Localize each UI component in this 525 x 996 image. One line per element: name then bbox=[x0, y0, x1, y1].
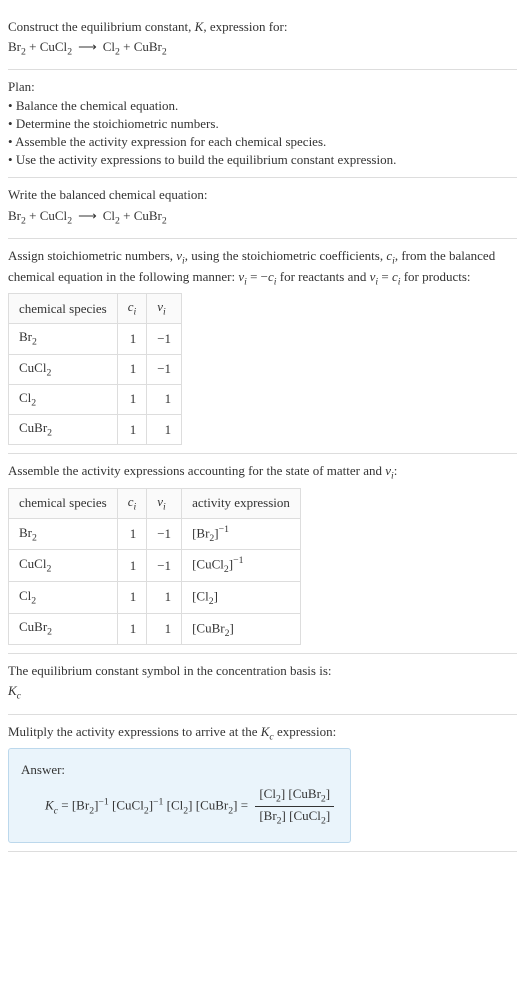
kc-symbol: Kc bbox=[8, 682, 517, 703]
answer-label: Answer: bbox=[21, 761, 338, 779]
cell-vi: −1 bbox=[147, 518, 182, 550]
table-header-row: chemical species ci νi activity expressi… bbox=[9, 488, 301, 518]
cell-species: Cl2 bbox=[9, 582, 118, 614]
prompt-text: Construct the equilibrium constant, K, e… bbox=[8, 18, 517, 36]
stoich-table: chemical species ci νi Br2 1 −1 CuCl2 1 … bbox=[8, 293, 182, 445]
symbol-section: The equilibrium constant symbol in the c… bbox=[8, 654, 517, 714]
activity-table: chemical species ci νi activity expressi… bbox=[8, 488, 301, 645]
col-species: chemical species bbox=[9, 488, 118, 518]
answer-equation: Kc = [Br2]−1 [CuCl2]−1 [Cl2] [CuBr2] = [… bbox=[21, 785, 338, 828]
table-row: Cl2 1 1 [Cl2] bbox=[9, 582, 301, 614]
stoich-section: Assign stoichiometric numbers, νi, using… bbox=[8, 239, 517, 455]
unbalanced-equation: Br2 + CuCl2⟶Cl2 + CuBr2 bbox=[8, 38, 517, 59]
cell-activity: [CuCl2]−1 bbox=[182, 550, 301, 582]
cell-ci: 1 bbox=[117, 550, 147, 582]
cell-species: CuBr2 bbox=[9, 613, 118, 645]
cell-vi: −1 bbox=[147, 324, 182, 354]
col-vi: νi bbox=[147, 488, 182, 518]
prompt-post: , expression for: bbox=[203, 19, 287, 34]
cell-ci: 1 bbox=[117, 613, 147, 645]
activity-section: Assemble the activity expressions accoun… bbox=[8, 454, 517, 654]
cell-species: Cl2 bbox=[9, 384, 118, 414]
cell-species: CuBr2 bbox=[9, 415, 118, 445]
cell-activity: [Br2]−1 bbox=[182, 518, 301, 550]
cell-species: Br2 bbox=[9, 324, 118, 354]
col-ci: ci bbox=[117, 488, 147, 518]
cell-vi: −1 bbox=[147, 354, 182, 384]
numerator: [Cl2] [CuBr2] bbox=[255, 785, 334, 807]
plan-item: Balance the chemical equation. bbox=[8, 97, 517, 115]
table-row: Br2 1 −1 [Br2]−1 bbox=[9, 518, 301, 550]
cell-ci: 1 bbox=[117, 354, 147, 384]
reaction-arrow-icon: ⟶ bbox=[72, 39, 103, 54]
col-vi: νi bbox=[147, 294, 182, 324]
cell-ci: 1 bbox=[117, 582, 147, 614]
cell-vi: 1 bbox=[147, 613, 182, 645]
multiply-text: Mulitply the activity expressions to arr… bbox=[8, 723, 517, 744]
balanced-title: Write the balanced chemical equation: bbox=[8, 186, 517, 204]
plan-section: Plan: Balance the chemical equation. Det… bbox=[8, 70, 517, 178]
plan-item: Use the activity expressions to build th… bbox=[8, 151, 517, 169]
cell-activity: [Cl2] bbox=[182, 582, 301, 614]
reactant-cucl2: CuCl2 bbox=[40, 208, 72, 223]
fraction: [Cl2] [CuBr2][Br2] [CuCl2] bbox=[255, 785, 334, 828]
cell-vi: 1 bbox=[147, 384, 182, 414]
table-row: CuBr2 1 1 [CuBr2] bbox=[9, 613, 301, 645]
plan-item: Determine the stoichiometric numbers. bbox=[8, 115, 517, 133]
table-row: Br2 1 −1 bbox=[9, 324, 182, 354]
table-row: CuCl2 1 −1 bbox=[9, 354, 182, 384]
stoich-text: Assign stoichiometric numbers, νi, using… bbox=[8, 247, 517, 289]
cell-ci: 1 bbox=[117, 518, 147, 550]
cell-ci: 1 bbox=[117, 384, 147, 414]
cell-ci: 1 bbox=[117, 415, 147, 445]
reactant-cucl2: CuCl2 bbox=[40, 39, 72, 54]
product-cubr2: CuBr2 bbox=[134, 208, 167, 223]
table-header-row: chemical species ci νi bbox=[9, 294, 182, 324]
prompt-section: Construct the equilibrium constant, K, e… bbox=[8, 8, 517, 70]
cell-activity: [CuBr2] bbox=[182, 613, 301, 645]
table-row: CuBr2 1 1 bbox=[9, 415, 182, 445]
col-ci: ci bbox=[117, 294, 147, 324]
prompt-pre: Construct the equilibrium constant, bbox=[8, 19, 195, 34]
cell-ci: 1 bbox=[117, 324, 147, 354]
col-species: chemical species bbox=[9, 294, 118, 324]
denominator: [Br2] [CuCl2] bbox=[255, 807, 334, 828]
cell-vi: 1 bbox=[147, 582, 182, 614]
plan-list: Balance the chemical equation. Determine… bbox=[8, 97, 517, 170]
balanced-equation: Br2 + CuCl2⟶Cl2 + CuBr2 bbox=[8, 207, 517, 228]
cell-vi: −1 bbox=[147, 550, 182, 582]
product-cl2: Cl2 bbox=[103, 39, 120, 54]
table-row: CuCl2 1 −1 [CuCl2]−1 bbox=[9, 550, 301, 582]
reactant-br2: Br2 bbox=[8, 208, 26, 223]
table-row: Cl2 1 1 bbox=[9, 384, 182, 414]
product-cl2: Cl2 bbox=[103, 208, 120, 223]
cell-species: CuCl2 bbox=[9, 354, 118, 384]
cell-vi: 1 bbox=[147, 415, 182, 445]
balanced-section: Write the balanced chemical equation: Br… bbox=[8, 178, 517, 238]
col-activity: activity expression bbox=[182, 488, 301, 518]
cell-species: CuCl2 bbox=[9, 550, 118, 582]
product-cubr2: CuBr2 bbox=[134, 39, 167, 54]
symbol-text: The equilibrium constant symbol in the c… bbox=[8, 662, 517, 680]
cell-species: Br2 bbox=[9, 518, 118, 550]
reaction-arrow-icon: ⟶ bbox=[72, 208, 103, 223]
multiply-section: Mulitply the activity expressions to arr… bbox=[8, 715, 517, 853]
plan-title: Plan: bbox=[8, 78, 517, 96]
plan-item: Assemble the activity expression for eac… bbox=[8, 133, 517, 151]
reactant-br2: Br2 bbox=[8, 39, 26, 54]
activity-title: Assemble the activity expressions accoun… bbox=[8, 462, 517, 483]
answer-box: Answer: Kc = [Br2]−1 [CuCl2]−1 [Cl2] [Cu… bbox=[8, 748, 351, 844]
